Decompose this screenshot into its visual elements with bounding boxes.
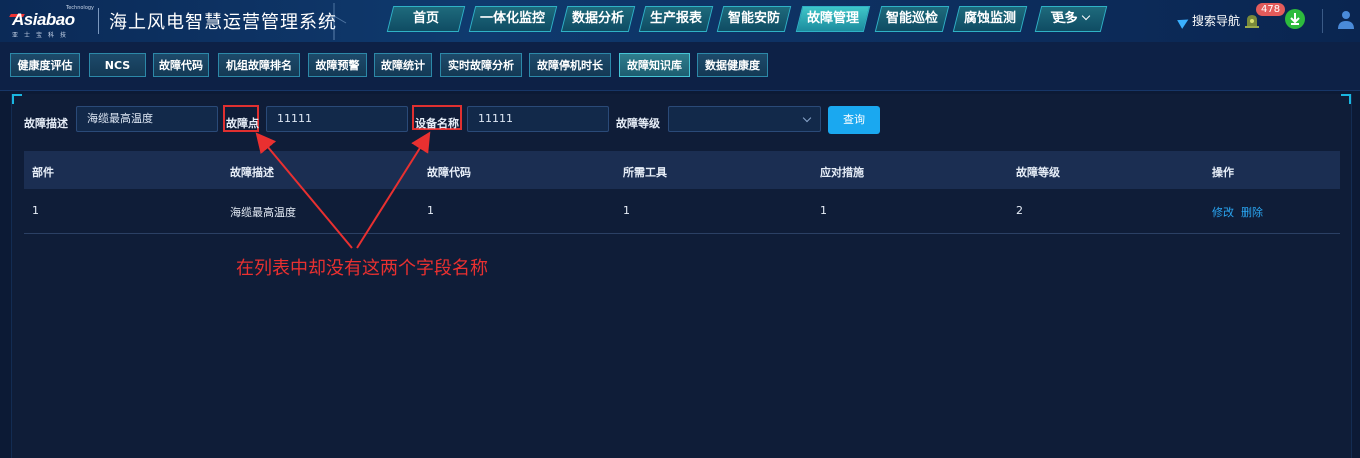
cell-actions: 修改 删除 bbox=[1212, 204, 1263, 220]
chevron-down-icon bbox=[1082, 11, 1091, 21]
download-icon[interactable] bbox=[1285, 9, 1305, 29]
edit-link[interactable]: 修改 bbox=[1212, 206, 1234, 219]
panel-corner-decoration bbox=[1341, 94, 1351, 104]
wind-turbine-icon bbox=[321, 3, 347, 40]
fault-knowledge-table: 部件 故障描述 故障代码 所需工具 应对措施 故障等级 操作 1 海缆最高温度 … bbox=[24, 151, 1340, 234]
table-header: 部件 故障描述 故障代码 所需工具 应对措施 故障等级 操作 bbox=[24, 151, 1340, 189]
nav-home[interactable]: 首页 bbox=[386, 6, 466, 32]
column-header-measures: 应对措施 bbox=[820, 166, 864, 179]
subtab-fault-code[interactable]: 故障代码 bbox=[153, 53, 209, 77]
cell-fault-code: 1 bbox=[427, 204, 434, 217]
column-header-fault-desc: 故障描述 bbox=[230, 166, 274, 179]
company-logo: Asiabao Technology 亚士宝科技 bbox=[9, 5, 96, 39]
nav-more[interactable]: 更多 bbox=[1034, 6, 1108, 32]
table-row: 1 海缆最高温度 1 1 1 2 修改 删除 bbox=[24, 189, 1340, 234]
column-header-fault-level: 故障等级 bbox=[1016, 166, 1060, 179]
nav-integrated-monitoring-label: 一体化监控 bbox=[480, 11, 546, 26]
user-icon[interactable] bbox=[1337, 9, 1355, 31]
nav-home-label: 首页 bbox=[412, 11, 439, 26]
nav-data-analysis[interactable]: 数据分析 bbox=[560, 6, 636, 32]
panel-corner-decoration bbox=[12, 94, 22, 104]
annotation-text: 在列表中却没有这两个字段名称 bbox=[236, 258, 488, 279]
nav-smart-security-label: 智能安防 bbox=[727, 11, 780, 26]
subtab-data-health[interactable]: 数据健康度 bbox=[697, 53, 768, 77]
main-panel: 故障描述 海缆最高温度 故障点 11111 设备名称 11111 故障等级 查询… bbox=[11, 94, 1352, 458]
device-name-input[interactable]: 11111 bbox=[467, 106, 609, 132]
nav-integrated-monitoring[interactable]: 一体化监控 bbox=[468, 6, 558, 32]
fault-point-label: 故障点 bbox=[226, 117, 259, 130]
logo-sub-text: 亚士宝科技 bbox=[12, 32, 73, 39]
nav-smart-inspection-label: 智能巡检 bbox=[885, 11, 938, 26]
delete-link[interactable]: 删除 bbox=[1241, 206, 1263, 219]
column-header-fault-code: 故障代码 bbox=[427, 166, 471, 179]
sub-tab-bar: 健康度评估 NCS 故障代码 机组故障排名 故障预警 故障统计 实时故障分析 故… bbox=[0, 42, 1360, 91]
subtab-unit-fault-ranking[interactable]: 机组故障排名 bbox=[218, 53, 300, 77]
fault-desc-label: 故障描述 bbox=[24, 117, 68, 130]
logo-tech-text: Technology bbox=[66, 5, 95, 11]
download-arrow-icon bbox=[1290, 13, 1300, 25]
chevron-down-icon bbox=[802, 113, 812, 123]
nav-fault-management-label: 故障管理 bbox=[806, 11, 859, 26]
subtab-fault-downtime[interactable]: 故障停机时长 bbox=[529, 53, 611, 77]
query-button[interactable]: 查询 bbox=[828, 106, 880, 134]
column-header-actions: 操作 bbox=[1212, 166, 1234, 179]
cell-measures: 1 bbox=[820, 204, 827, 217]
nav-fault-management[interactable]: 故障管理 bbox=[795, 6, 871, 32]
column-header-part: 部件 bbox=[32, 166, 54, 179]
nav-smart-security[interactable]: 智能安防 bbox=[716, 6, 792, 32]
system-title: 海上风电智慧运营管理系统 bbox=[109, 12, 337, 33]
nav-production-report[interactable]: 生产报表 bbox=[638, 6, 714, 32]
device-name-label: 设备名称 bbox=[415, 117, 459, 130]
subtab-fault-knowledge-base[interactable]: 故障知识库 bbox=[619, 53, 690, 77]
fault-level-label: 故障等级 bbox=[616, 117, 660, 130]
cell-fault-level: 2 bbox=[1016, 204, 1023, 217]
header-divider bbox=[98, 8, 99, 34]
search-nav-label: 搜索导航 bbox=[1192, 14, 1241, 28]
nav-corrosion-monitoring[interactable]: 腐蚀监测 bbox=[952, 6, 1028, 32]
notification-badge: 478 bbox=[1256, 3, 1286, 16]
header-divider-right bbox=[1322, 9, 1323, 33]
subtab-fault-warning[interactable]: 故障预警 bbox=[308, 53, 367, 77]
subtab-realtime-fault-analysis[interactable]: 实时故障分析 bbox=[440, 53, 522, 77]
cell-tools: 1 bbox=[623, 204, 630, 217]
nav-corrosion-monitoring-label: 腐蚀监测 bbox=[963, 11, 1016, 26]
fault-desc-input[interactable]: 海缆最高温度 bbox=[76, 106, 218, 132]
subtab-ncs[interactable]: NCS bbox=[89, 53, 146, 77]
cell-part: 1 bbox=[32, 204, 39, 217]
fault-point-input[interactable]: 11111 bbox=[266, 106, 408, 132]
logo-text: Asiabao bbox=[12, 10, 75, 29]
nav-data-analysis-label: 数据分析 bbox=[571, 11, 624, 26]
nav-more-label: 更多 bbox=[1050, 11, 1081, 26]
fault-level-select[interactable] bbox=[668, 106, 821, 132]
nav-smart-inspection[interactable]: 智能巡检 bbox=[874, 6, 950, 32]
paper-plane-icon bbox=[1177, 14, 1191, 29]
subtab-health-assessment[interactable]: 健康度评估 bbox=[10, 53, 80, 77]
subtab-fault-statistics[interactable]: 故障统计 bbox=[374, 53, 432, 77]
cell-fault-desc: 海缆最高温度 bbox=[230, 206, 296, 219]
column-header-tools: 所需工具 bbox=[623, 166, 667, 179]
search-nav-link[interactable]: 搜索导航 bbox=[1177, 12, 1241, 29]
nav-production-report-label: 生产报表 bbox=[649, 11, 702, 26]
top-header: Asiabao Technology 亚士宝科技 海上风电智慧运营管理系统 首页… bbox=[0, 0, 1360, 43]
